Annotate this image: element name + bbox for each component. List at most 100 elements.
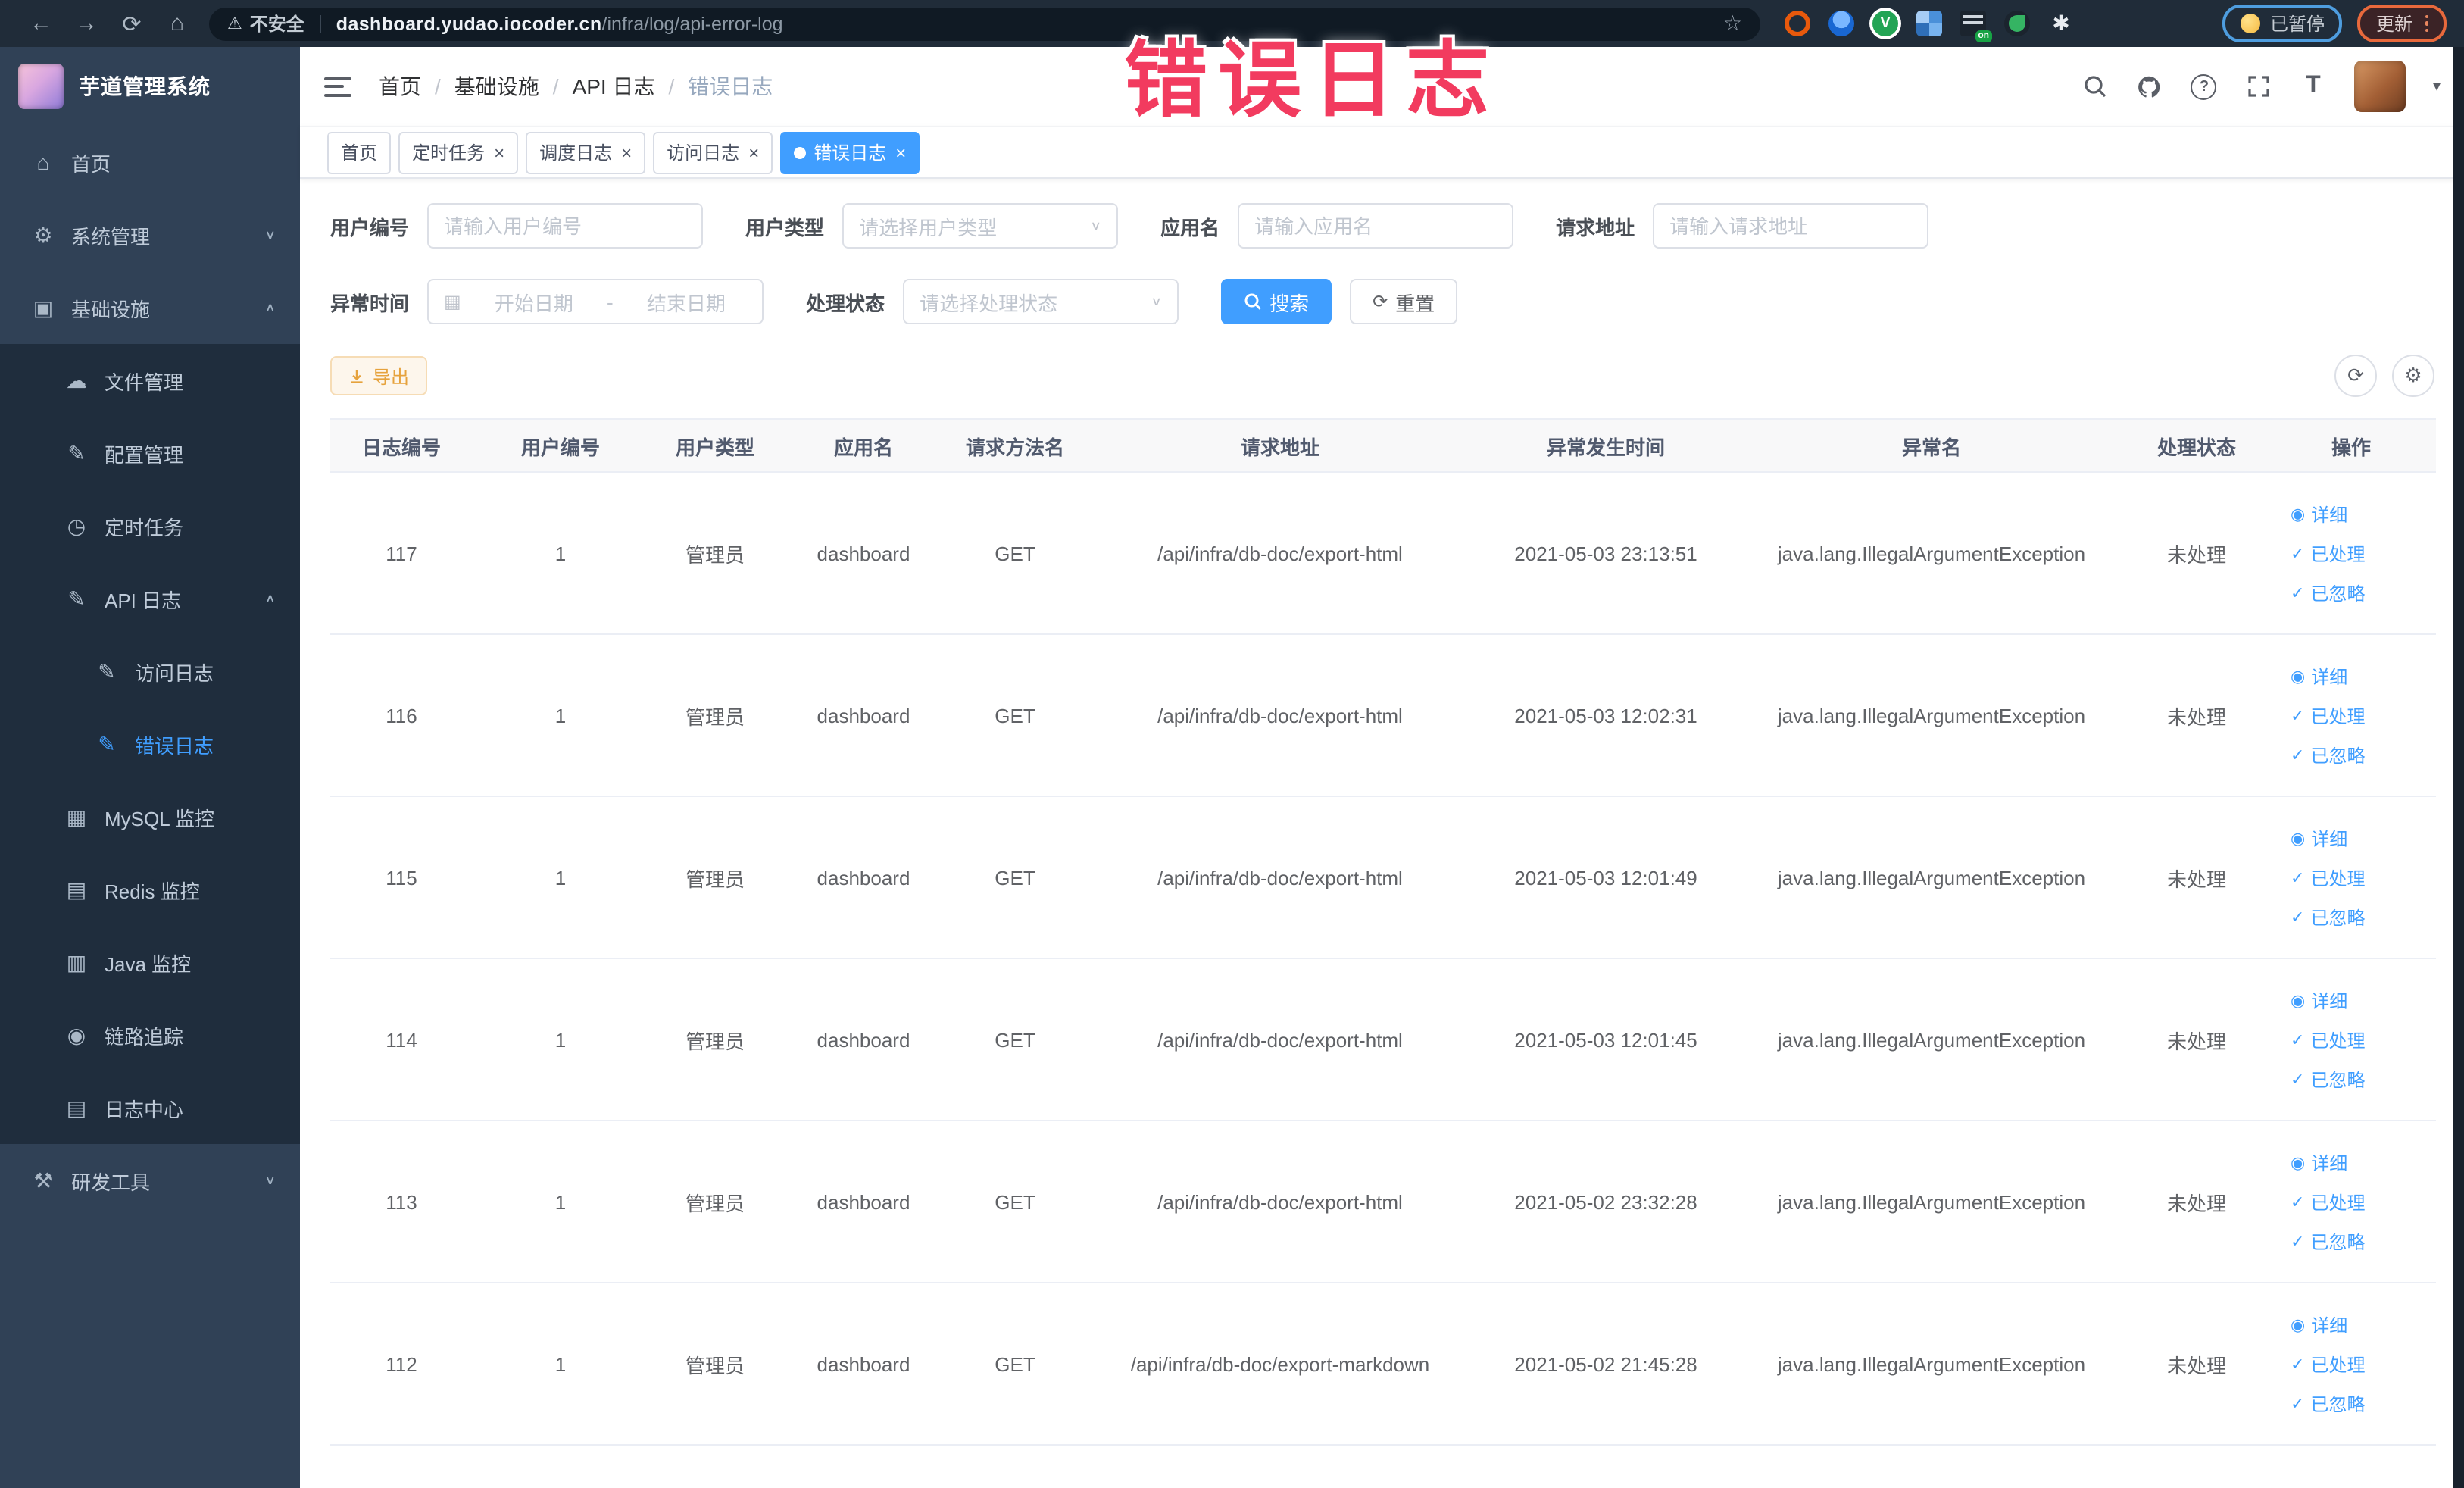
extension-icon-leaf[interactable]: [2004, 11, 2030, 36]
detail-link[interactable]: ◉ 详细: [2291, 1311, 2365, 1337]
user-type-select[interactable]: 请选择用户类型 ∨: [842, 203, 1119, 249]
extension-icon-puzzle[interactable]: ✱: [2048, 11, 2074, 36]
sidebar-item[interactable]: ◉ 链路追踪: [0, 999, 300, 1071]
github-icon[interactable]: [2136, 73, 2163, 100]
help-icon[interactable]: ?: [2191, 73, 2218, 100]
forward-icon[interactable]: →: [64, 11, 109, 36]
breadcrumb-item[interactable]: 首页: [379, 71, 421, 102]
sidebar-item[interactable]: ▦ MySQL 监控: [0, 780, 300, 853]
sidebar-item[interactable]: ✎ API 日志 ∧: [0, 562, 300, 635]
reload-icon[interactable]: ⟳: [109, 10, 155, 37]
browser-menu-icon[interactable]: [2425, 14, 2428, 33]
breadcrumb-item[interactable]: API 日志: [539, 71, 655, 102]
export-button[interactable]: 导出: [330, 356, 428, 395]
mark-processed-link[interactable]: ✓ 已处理: [2291, 1027, 2365, 1052]
mark-processed-link[interactable]: ✓ 已处理: [2291, 1351, 2365, 1377]
detail-link[interactable]: ◉ 详细: [2291, 1149, 2365, 1175]
mark-processed-link[interactable]: ✓ 已处理: [2291, 540, 2365, 566]
end-date-placeholder: 结束日期: [646, 292, 726, 314]
sidebar-item[interactable]: ▣ 基础设施 ∧: [0, 271, 300, 344]
avatar-caret-icon[interactable]: ▾: [2433, 78, 2441, 95]
sidebar-item-label: 日志中心: [105, 1098, 184, 1121]
sidebar-item[interactable]: ⚙ 系统管理 ∨: [0, 199, 300, 271]
security-label[interactable]: 不安全: [250, 11, 304, 36]
sidebar-item[interactable]: ▤ 日志中心: [0, 1071, 300, 1144]
hamburger-icon[interactable]: [324, 77, 351, 96]
detail-link[interactable]: ◉ 详细: [2291, 825, 2365, 851]
tab[interactable]: 访问日志 ×: [653, 131, 773, 173]
sidebar-item[interactable]: ⚒ 研发工具 ∨: [0, 1144, 300, 1217]
search-button[interactable]: 搜索: [1221, 279, 1332, 324]
extension-icon-v[interactable]: V: [1872, 11, 1898, 36]
mark-ignored-link[interactable]: ✓ 已忽略: [2291, 742, 2365, 767]
eye-icon: ◉: [2291, 505, 2306, 524]
tab[interactable]: 定时任务 ×: [398, 131, 519, 173]
search-icon[interactable]: [2081, 73, 2109, 100]
address-bar[interactable]: ⚠ 不安全 dashboard.yudao.iocoder.cn/infra/l…: [209, 7, 1760, 40]
app-name-input[interactable]: [1238, 203, 1514, 249]
mark-processed-link[interactable]: ✓ 已处理: [2291, 1189, 2365, 1214]
table-row[interactable]: 116 1 管理员 dashboard GET /api/infra/db-do…: [330, 634, 2436, 797]
browser-update-button[interactable]: 更新: [2357, 5, 2447, 42]
detail-link[interactable]: ◉ 详细: [2291, 663, 2365, 689]
sidebar-item[interactable]: ◷ 定时任务: [0, 489, 300, 562]
user-id-input[interactable]: [427, 203, 704, 249]
sidebar-item[interactable]: ✎ 错误日志: [0, 708, 300, 780]
mark-ignored-link[interactable]: ✓ 已忽略: [2291, 1390, 2365, 1416]
tab-close-icon[interactable]: ×: [895, 143, 906, 161]
breadcrumb-item[interactable]: 基础设施: [421, 71, 539, 102]
mark-ignored-link[interactable]: ✓ 已忽略: [2291, 1066, 2365, 1092]
table-row[interactable]: 115 1 管理员 dashboard GET /api/infra/db-do…: [330, 796, 2436, 959]
process-status-select[interactable]: 请选择处理状态 ∨: [903, 279, 1179, 324]
app-logo-row[interactable]: 芋道管理系统: [0, 47, 300, 126]
font-size-icon[interactable]: T: [2300, 73, 2327, 100]
profile-paused-badge[interactable]: 已暂停: [2222, 5, 2343, 42]
refresh-icon[interactable]: ⟳: [2334, 355, 2377, 397]
request-url-input[interactable]: [1653, 203, 1929, 249]
extension-icon-switch[interactable]: on: [1960, 11, 1992, 42]
table-row[interactable]: 117 1 管理员 dashboard GET /api/infra/db-do…: [330, 472, 2436, 635]
sidebar-item-label: 链路追踪: [105, 1025, 184, 1048]
sidebar-item-label: 基础设施: [71, 298, 151, 320]
tab[interactable]: 调度日志 ×: [526, 131, 646, 173]
tab-close-icon[interactable]: ×: [621, 143, 632, 161]
sidebar-item[interactable]: ✎ 配置管理: [0, 417, 300, 489]
column-settings-icon[interactable]: ⚙: [2392, 355, 2434, 397]
tab-close-icon[interactable]: ×: [494, 143, 504, 161]
sidebar-item[interactable]: ☁ 文件管理: [0, 344, 300, 417]
reset-button[interactable]: ⟳ 重置: [1350, 279, 1458, 324]
request-url-label: 请求地址: [1556, 216, 1635, 239]
cell-exception-name: java.lang.IllegalArgumentException: [1736, 1283, 2127, 1446]
home-icon[interactable]: ⌂: [155, 11, 200, 36]
menu-icon: ✎: [67, 440, 86, 464]
sidebar-item[interactable]: ✎ 访问日志: [0, 635, 300, 708]
sidebar-item[interactable]: ▥ Java 监控: [0, 926, 300, 999]
date-range-picker[interactable]: ▦ 开始日期 - 结束日期: [427, 279, 764, 324]
table-row[interactable]: 114 1 管理员 dashboard GET /api/infra/db-do…: [330, 958, 2436, 1121]
mark-ignored-link[interactable]: ✓ 已忽略: [2291, 580, 2365, 605]
detail-link[interactable]: ◉ 详细: [2291, 987, 2365, 1013]
tab-close-icon[interactable]: ×: [748, 143, 759, 161]
security-warning-icon: ⚠: [227, 15, 242, 33]
mark-ignored-link[interactable]: ✓ 已忽略: [2291, 904, 2365, 930]
check-icon: ✓: [2291, 545, 2305, 563]
tab[interactable]: 首页 ×: [327, 131, 392, 173]
sidebar-item[interactable]: ▤ Redis 监控: [0, 853, 300, 926]
mark-processed-link[interactable]: ✓ 已处理: [2291, 702, 2365, 728]
sidebar-item[interactable]: ⌂ 首页: [0, 126, 300, 199]
table-row[interactable]: 112 1 管理员 dashboard GET /api/infra/db-do…: [330, 1283, 2436, 1446]
detail-link[interactable]: ◉ 详细: [2291, 501, 2365, 527]
extension-icon-drop[interactable]: [1828, 11, 1854, 36]
extension-icon-grid[interactable]: [1916, 11, 1942, 36]
mark-processed-link[interactable]: ✓ 已处理: [2291, 864, 2365, 890]
fullscreen-icon[interactable]: [2245, 73, 2272, 100]
breadcrumb-item[interactable]: 错误日志: [655, 71, 773, 102]
bookmark-star-icon[interactable]: ☆: [1723, 11, 1742, 36]
extension-icon-ring[interactable]: [1785, 11, 1810, 36]
page-scrollbar[interactable]: [2453, 47, 2464, 1488]
user-avatar[interactable]: [2353, 61, 2406, 112]
back-icon[interactable]: ←: [18, 11, 64, 36]
mark-ignored-link[interactable]: ✓ 已忽略: [2291, 1228, 2365, 1254]
tab[interactable]: 错误日志 ×: [780, 131, 920, 173]
table-row[interactable]: 113 1 管理员 dashboard GET /api/infra/db-do…: [330, 1121, 2436, 1283]
